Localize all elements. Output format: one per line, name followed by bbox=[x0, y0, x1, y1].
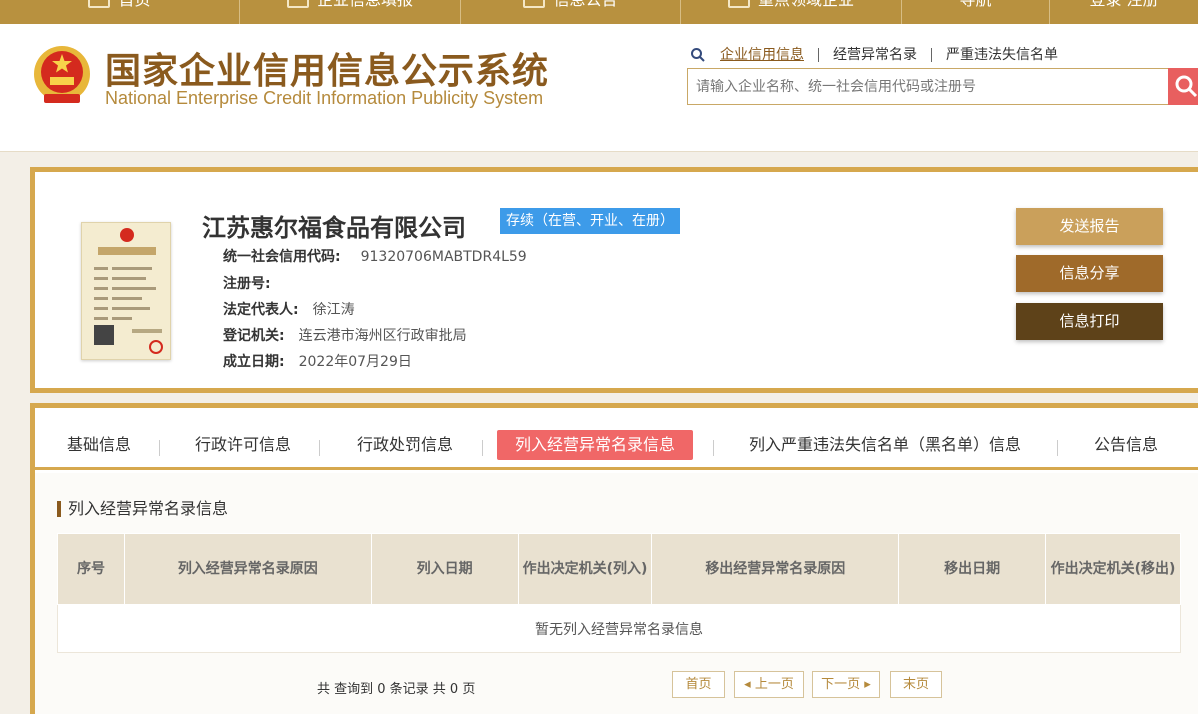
prev-page-label: 上一页 bbox=[754, 677, 794, 692]
column-header: 列入经营异常名录原因 bbox=[123, 533, 372, 605]
tab-divider bbox=[319, 440, 320, 456]
column-header: 移出日期 bbox=[898, 533, 1047, 605]
next-page-label: 下一页 bbox=[821, 677, 861, 692]
tab-divider bbox=[1057, 440, 1058, 456]
search-type-links: 企业信用信息 经营异常名录 严重违法失信名单 bbox=[690, 47, 1072, 63]
abnormal-list-table: 序号 列入经营异常名录原因 列入日期 作出决定机关(列入) 移出经营异常名录原因… bbox=[57, 533, 1181, 653]
nav-key-field[interactable]: 重点领域企业 bbox=[681, 0, 902, 24]
column-header: 作出决定机关(列入) bbox=[517, 533, 653, 605]
national-emblem-icon bbox=[34, 46, 90, 103]
info-label: 登记机关: bbox=[223, 328, 285, 344]
nav-home[interactable]: 首页 bbox=[0, 0, 240, 24]
last-page-button[interactable]: 末页 bbox=[890, 671, 942, 698]
megaphone-icon bbox=[727, 0, 750, 8]
column-header: 列入日期 bbox=[370, 533, 519, 605]
next-page-button[interactable]: 下一页 ▸ bbox=[812, 671, 880, 698]
site-title-cn: 国家企业信用信息公示系统 bbox=[105, 51, 550, 92]
tab-basic-info[interactable]: 基础信息 bbox=[49, 430, 149, 460]
nav-guide-label: 导航 bbox=[959, 0, 991, 8]
detail-panel: 基础信息 行政许可信息 行政处罚信息 列入经营异常名录信息 列入严重违法失信名单… bbox=[30, 403, 1198, 714]
business-license-image[interactable] bbox=[81, 222, 171, 360]
pager-info: 共 查询到 0 条记录 共 0 页 bbox=[317, 682, 476, 697]
nav-announcement-label: 信息公告 bbox=[553, 0, 617, 8]
nav-announcement[interactable]: 信息公告 bbox=[461, 0, 681, 24]
nav-guide[interactable]: 导航 bbox=[902, 0, 1050, 24]
search-link-blacklist[interactable]: 严重违法失信名单 bbox=[932, 48, 1072, 62]
prev-page-button[interactable]: ◂ 上一页 bbox=[734, 671, 804, 698]
tab-bar: 基础信息 行政许可信息 行政处罚信息 列入经营异常名录信息 列入严重违法失信名单… bbox=[35, 408, 1198, 470]
site-header: 国家企业信用信息公示系统 National Enterprise Credit … bbox=[0, 24, 1198, 152]
search-button-icon bbox=[1175, 75, 1198, 98]
nav-home-label: 首页 bbox=[118, 0, 150, 8]
info-credit-code: 统一社会信用代码: 91320706MABTDR4L59 bbox=[223, 246, 527, 266]
info-label: 法定代表人: bbox=[223, 302, 299, 318]
tab-divider bbox=[159, 440, 160, 456]
column-header: 作出决定机关(移出) bbox=[1045, 533, 1181, 605]
tab-admin-penalty[interactable]: 行政处罚信息 bbox=[339, 430, 471, 460]
status-badge: 存续（在营、开业、在册） bbox=[500, 208, 680, 234]
search-button[interactable] bbox=[1168, 68, 1198, 105]
empty-message: 暂无列入经营异常名录信息 bbox=[57, 604, 1181, 653]
share-info-button[interactable]: 信息分享 bbox=[1016, 255, 1163, 292]
abnormal-list-section: 列入经营异常名录信息 序号 列入经营异常名录原因 列入日期 作出决定机关(列入)… bbox=[35, 473, 1198, 714]
section-title: 列入经营异常名录信息 bbox=[57, 501, 228, 517]
info-label: 统一社会信用代码: bbox=[223, 249, 341, 265]
home-icon bbox=[88, 0, 111, 8]
first-page-button[interactable]: 首页 bbox=[672, 671, 725, 698]
license-graphic bbox=[94, 228, 163, 354]
site-title-en: National Enterprise Credit Information P… bbox=[105, 88, 544, 108]
info-reg-number: 注册号: bbox=[223, 273, 285, 293]
nav-report[interactable]: 企业信息填报 bbox=[240, 0, 461, 24]
login-register-link[interactable]: 登录 注册 bbox=[1050, 0, 1198, 24]
search-box bbox=[687, 68, 1169, 105]
info-registrar: 登记机关: 连云港市海州区行政审批局 bbox=[223, 325, 467, 345]
search-link-enterprise[interactable]: 企业信用信息 bbox=[706, 48, 819, 62]
tab-divider bbox=[713, 440, 714, 456]
column-header: 序号 bbox=[57, 533, 125, 605]
send-report-button[interactable]: 发送报告 bbox=[1016, 208, 1163, 245]
info-value: 2022年07月29日 bbox=[298, 354, 412, 370]
info-value: 91320706MABTDR4L59 bbox=[360, 249, 527, 265]
tab-divider bbox=[482, 440, 483, 456]
info-label: 注册号: bbox=[223, 276, 271, 292]
table-row: 暂无列入经营异常名录信息 bbox=[57, 604, 1181, 653]
tab-abnormal-list[interactable]: 列入经营异常名录信息 bbox=[497, 430, 694, 460]
top-navigation: 首页 企业信息填报 信息公告 重点领域企业 导航 登录 注册 bbox=[0, 0, 1198, 24]
column-header: 移出经营异常名录原因 bbox=[651, 533, 900, 605]
nav-report-label: 企业信息填报 bbox=[317, 0, 413, 8]
info-value: 徐江涛 bbox=[312, 302, 355, 318]
info-value: 连云港市海州区行政审批局 bbox=[298, 328, 467, 344]
search-link-abnormal[interactable]: 经营异常名录 bbox=[819, 48, 932, 62]
nav-key-field-label: 重点领域企业 bbox=[758, 0, 854, 8]
info-legal-rep: 法定代表人: 徐江涛 bbox=[223, 299, 355, 319]
company-card: 江苏惠尔福食品有限公司 存续（在营、开业、在册） 统一社会信用代码: 913207… bbox=[30, 167, 1198, 393]
search-icon bbox=[691, 48, 705, 62]
print-info-button[interactable]: 信息打印 bbox=[1016, 303, 1163, 340]
tab-admin-license[interactable]: 行政许可信息 bbox=[177, 430, 309, 460]
search-input[interactable] bbox=[696, 78, 1168, 95]
company-name: 江苏惠尔福食品有限公司 bbox=[202, 214, 466, 242]
tab-blacklist[interactable]: 列入严重违法失信名单（黑名单）信息 bbox=[731, 430, 1039, 460]
info-label: 成立日期: bbox=[223, 354, 285, 370]
edit-icon bbox=[286, 0, 309, 8]
info-founded-date: 成立日期: 2022年07月29日 bbox=[223, 351, 412, 371]
document-icon bbox=[523, 0, 546, 8]
tab-announcements[interactable]: 公告信息 bbox=[1076, 430, 1176, 460]
table-header-row: 序号 列入经营异常名录原因 列入日期 作出决定机关(列入) 移出经营异常名录原因… bbox=[57, 533, 1181, 605]
